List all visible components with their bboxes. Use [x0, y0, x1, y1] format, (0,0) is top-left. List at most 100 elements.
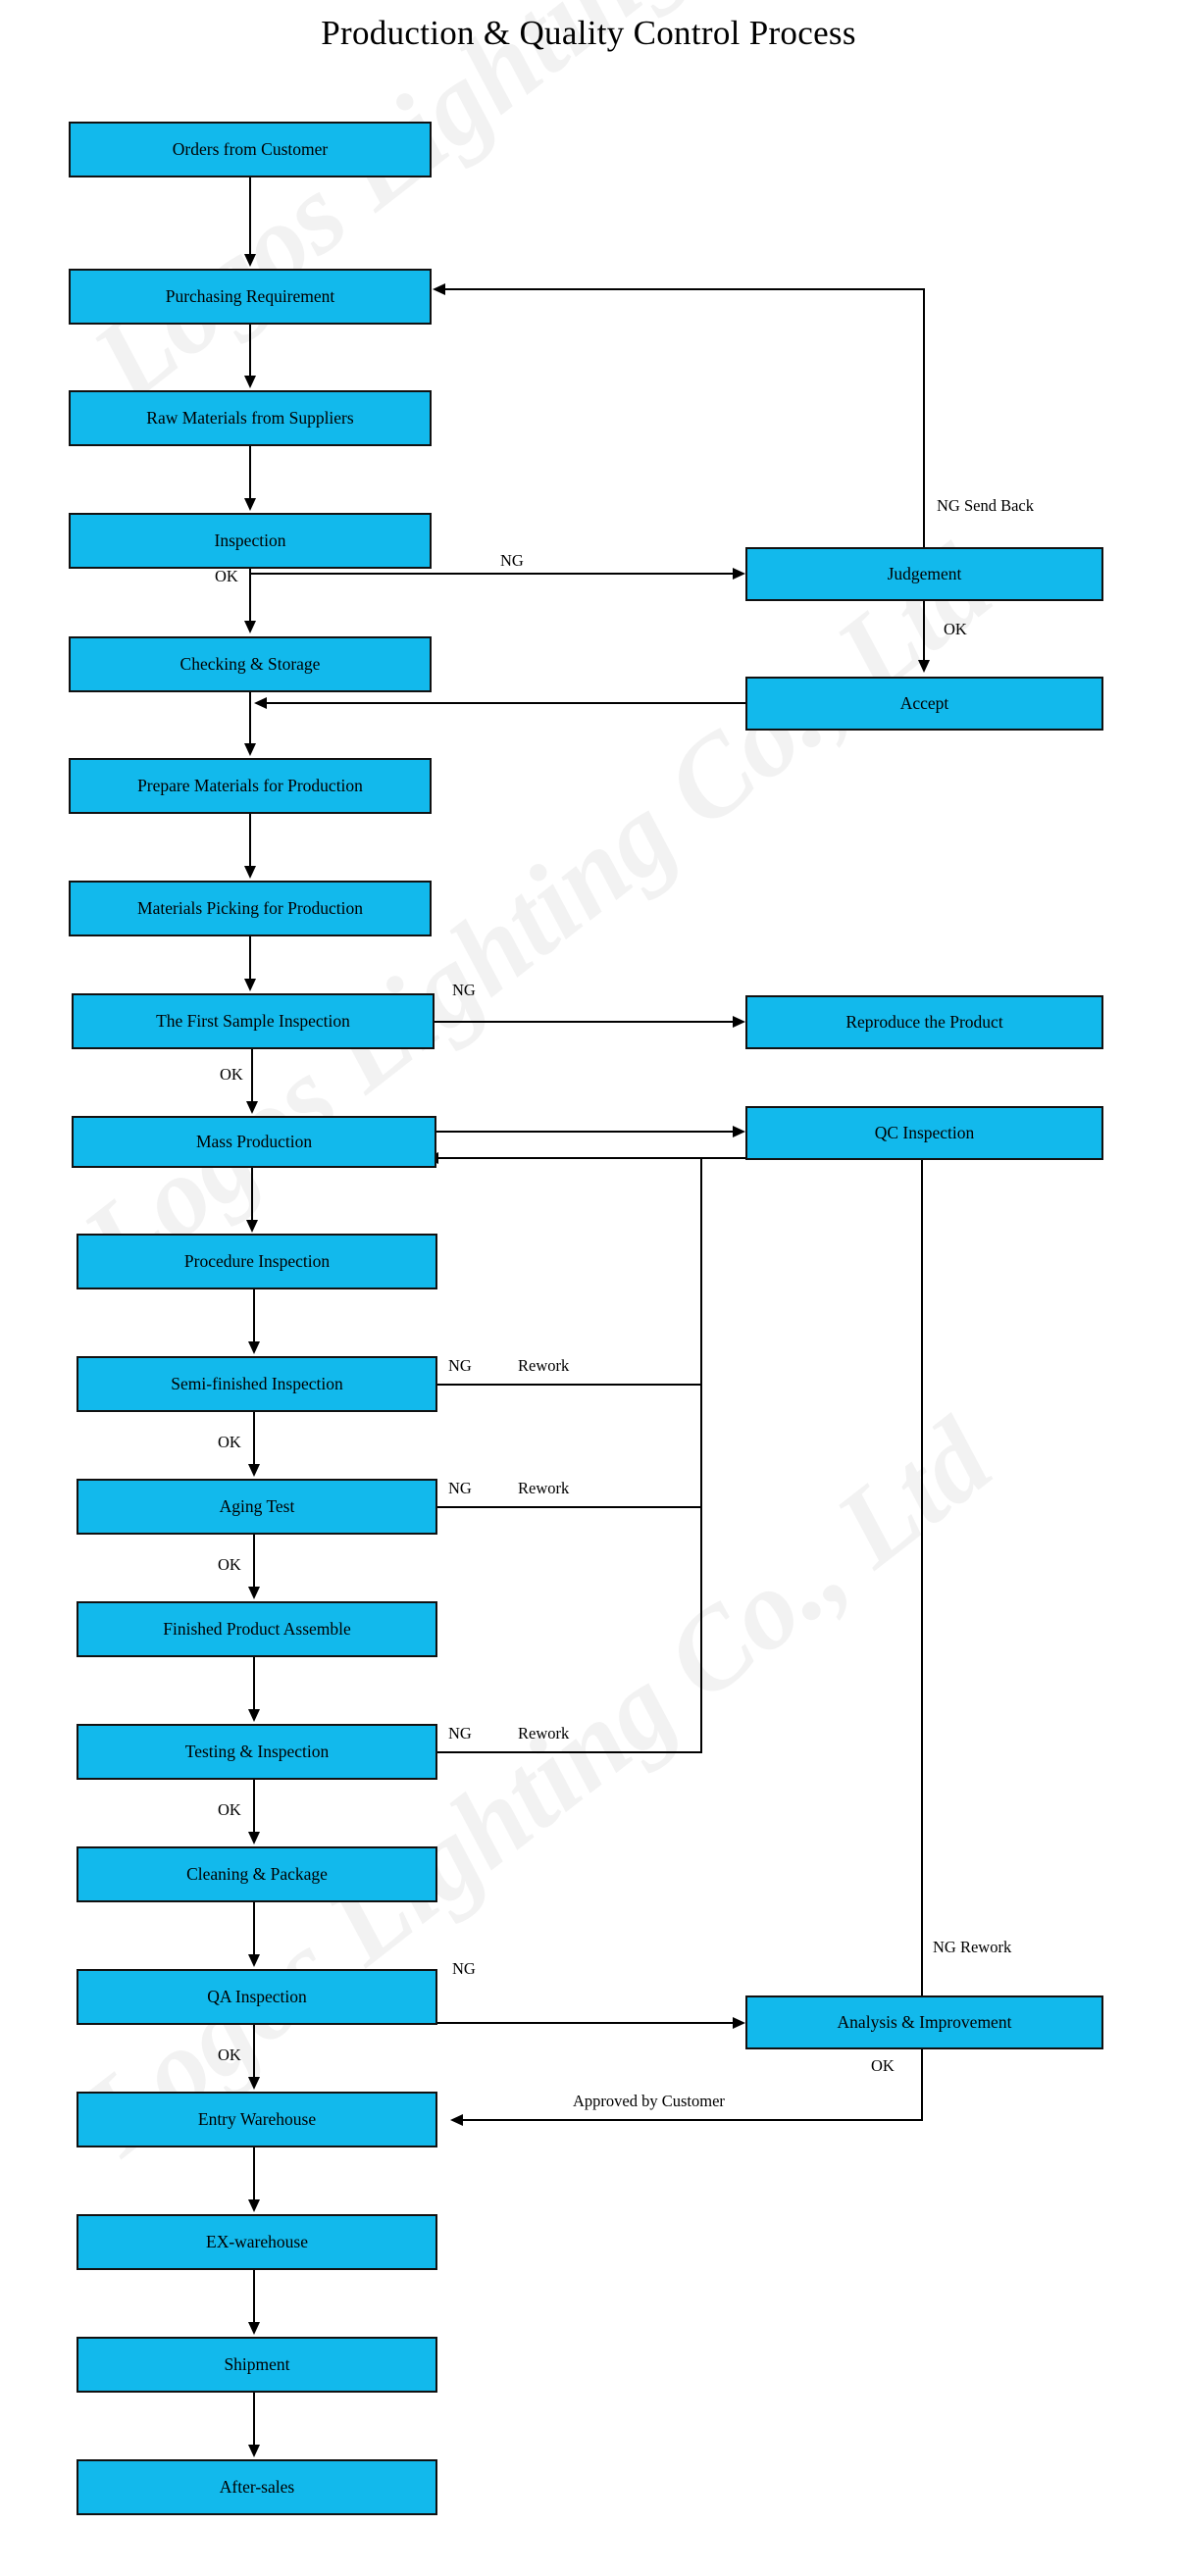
arrowhead-down: [244, 376, 256, 388]
node-testing-and-inspection[interactable]: Testing & Inspection: [77, 1724, 437, 1780]
arrowhead-down: [244, 621, 256, 633]
node-label: QA Inspection: [207, 1986, 307, 2006]
node-ex-warehouse[interactable]: EX-warehouse: [77, 2214, 437, 2270]
arrowhead-right: [733, 1126, 745, 1137]
connector-rework-trunk-inner: [700, 1157, 702, 1752]
node-label: After-sales: [219, 2476, 295, 2497]
arrowhead-left: [433, 283, 445, 295]
node-procedure-inspection[interactable]: Procedure Inspection: [77, 1234, 437, 1289]
edge-label-approved-by-customer: Approved by Customer: [573, 2092, 725, 2110]
page-title: Production & Quality Control Process: [321, 14, 856, 52]
connector-purchasing-to-raw: [249, 325, 251, 378]
node-label: Purchasing Requirement: [165, 285, 335, 306]
node-label: Entry Warehouse: [197, 2108, 317, 2129]
watermark-text: Logos Lighting Co., Ltd: [70, 0, 1024, 424]
connector-massprod-to-qc: [436, 1131, 734, 1133]
edge-label-ng-judgement: NG: [500, 551, 524, 570]
connector-orders-to-purchasing: [249, 177, 251, 256]
connector-qa-to-analysis: [437, 2022, 734, 2024]
node-label: Checking & Storage: [179, 653, 321, 674]
flowchart-canvas: Logos Lighting Co., Ltd Logos Lighting C…: [0, 0, 1177, 2576]
node-analysis-and-improvement[interactable]: Analysis & Improvement: [745, 1995, 1103, 2049]
arrowhead-down: [244, 979, 256, 991]
arrowhead-down: [248, 1341, 260, 1354]
connector-inspection-to-judgement: [249, 573, 734, 575]
node-materials-picking[interactable]: Materials Picking for Production: [69, 881, 432, 936]
node-judgement[interactable]: Judgement: [745, 547, 1103, 601]
node-aging-test[interactable]: Aging Test: [77, 1479, 437, 1535]
node-label: Cleaning & Package: [186, 1863, 328, 1884]
node-qa-inspection[interactable]: QA Inspection: [77, 1969, 437, 2025]
connector-procedure-to-semifinished: [253, 1289, 255, 1343]
connector-entry-to-exwh: [253, 2147, 255, 2201]
node-orders-from-customer[interactable]: Orders from Customer: [69, 122, 432, 177]
connector-massprod-to-procedure: [251, 1168, 253, 1222]
arrowhead-down: [248, 2199, 260, 2212]
node-shipment[interactable]: Shipment: [77, 2337, 437, 2393]
node-mass-production[interactable]: Mass Production: [72, 1116, 436, 1168]
node-first-sample-inspection[interactable]: The First Sample Inspection: [72, 993, 435, 1049]
node-accept[interactable]: Accept: [745, 677, 1103, 731]
edge-label-ok-aging: OK: [218, 1433, 241, 1451]
connector-picking-to-firstsample: [249, 936, 251, 981]
node-label: Accept: [899, 692, 949, 713]
node-label: Judgement: [887, 563, 962, 583]
node-label: Raw Materials from Suppliers: [146, 407, 354, 428]
arrowhead-down: [248, 1587, 260, 1599]
connector-analysis-ok-down: [921, 2049, 923, 2121]
node-label: Materials Picking for Production: [137, 897, 363, 918]
arrowhead-down: [244, 743, 256, 756]
connector-accept-to-mainline: [267, 702, 747, 704]
node-label: Orders from Customer: [172, 138, 329, 159]
node-label: Testing & Inspection: [184, 1741, 330, 1761]
edge-label-ng-analysis: NG: [452, 1959, 476, 1978]
node-label: EX-warehouse: [206, 2231, 308, 2251]
edge-label-ng-testing: NG: [448, 1724, 472, 1743]
connector-checking-to-prepare: [249, 692, 251, 745]
connector-semifinished-to-aging: [253, 1412, 255, 1466]
node-prepare-materials[interactable]: Prepare Materials for Production: [69, 758, 432, 814]
edge-label-ok-assemble: OK: [218, 1555, 241, 1574]
node-finished-product-assemble[interactable]: Finished Product Assemble: [77, 1601, 437, 1657]
edge-label-ok-cleaning: OK: [218, 1800, 241, 1819]
node-label: QC Inspection: [874, 1122, 975, 1142]
connector-testing-rework: [437, 1751, 702, 1753]
edge-label-ng-send-back: NG Send Back: [937, 496, 1034, 515]
node-entry-warehouse[interactable]: Entry Warehouse: [77, 2092, 437, 2147]
arrowhead-left: [450, 2114, 463, 2126]
node-checking-and-storage[interactable]: Checking & Storage: [69, 636, 432, 692]
node-label: Inspection: [214, 530, 286, 550]
connector-prepare-to-picking: [249, 814, 251, 868]
arrowhead-left: [254, 697, 267, 709]
edge-label-rework-testing: Rework: [518, 1724, 570, 1743]
connector-aging-rework: [437, 1506, 702, 1508]
arrowhead-down: [918, 660, 930, 673]
node-cleaning-and-package[interactable]: Cleaning & Package: [77, 1846, 437, 1902]
edge-label-ng-aging: NG: [448, 1479, 472, 1497]
edge-label-rework-semifinished: Rework: [518, 1356, 570, 1375]
edge-label-ok-checking: OK: [215, 567, 238, 585]
node-after-sales[interactable]: After-sales: [77, 2459, 437, 2515]
node-label: Analysis & Improvement: [837, 2011, 1012, 2032]
edge-label-ok-entry: OK: [218, 2046, 241, 2064]
connector-raw-to-inspection: [249, 446, 251, 500]
arrowhead-right: [733, 1016, 745, 1028]
node-raw-materials-from-suppliers[interactable]: Raw Materials from Suppliers: [69, 390, 432, 446]
node-reproduce-the-product[interactable]: Reproduce the Product: [745, 995, 1103, 1049]
node-inspection[interactable]: Inspection: [69, 513, 432, 569]
connector-exwh-to-shipment: [253, 2270, 255, 2324]
arrowhead-down: [248, 1954, 260, 1967]
node-label: Aging Test: [219, 1495, 295, 1516]
arrowhead-right: [733, 2017, 745, 2029]
connector-judgement-sendback-horizontal: [445, 288, 925, 290]
node-label: Shipment: [224, 2353, 290, 2374]
node-purchasing-requirement[interactable]: Purchasing Requirement: [69, 269, 432, 325]
node-qc-inspection[interactable]: QC Inspection: [745, 1106, 1103, 1160]
connector-aging-to-assemble: [253, 1535, 255, 1589]
node-semi-finished-inspection[interactable]: Semi-finished Inspection: [77, 1356, 437, 1412]
connector-semifinished-rework: [437, 1384, 702, 1386]
arrowhead-down: [248, 2445, 260, 2457]
arrowhead-down: [248, 2322, 260, 2335]
node-label: Semi-finished Inspection: [171, 1373, 343, 1393]
node-label: Mass Production: [195, 1131, 313, 1151]
